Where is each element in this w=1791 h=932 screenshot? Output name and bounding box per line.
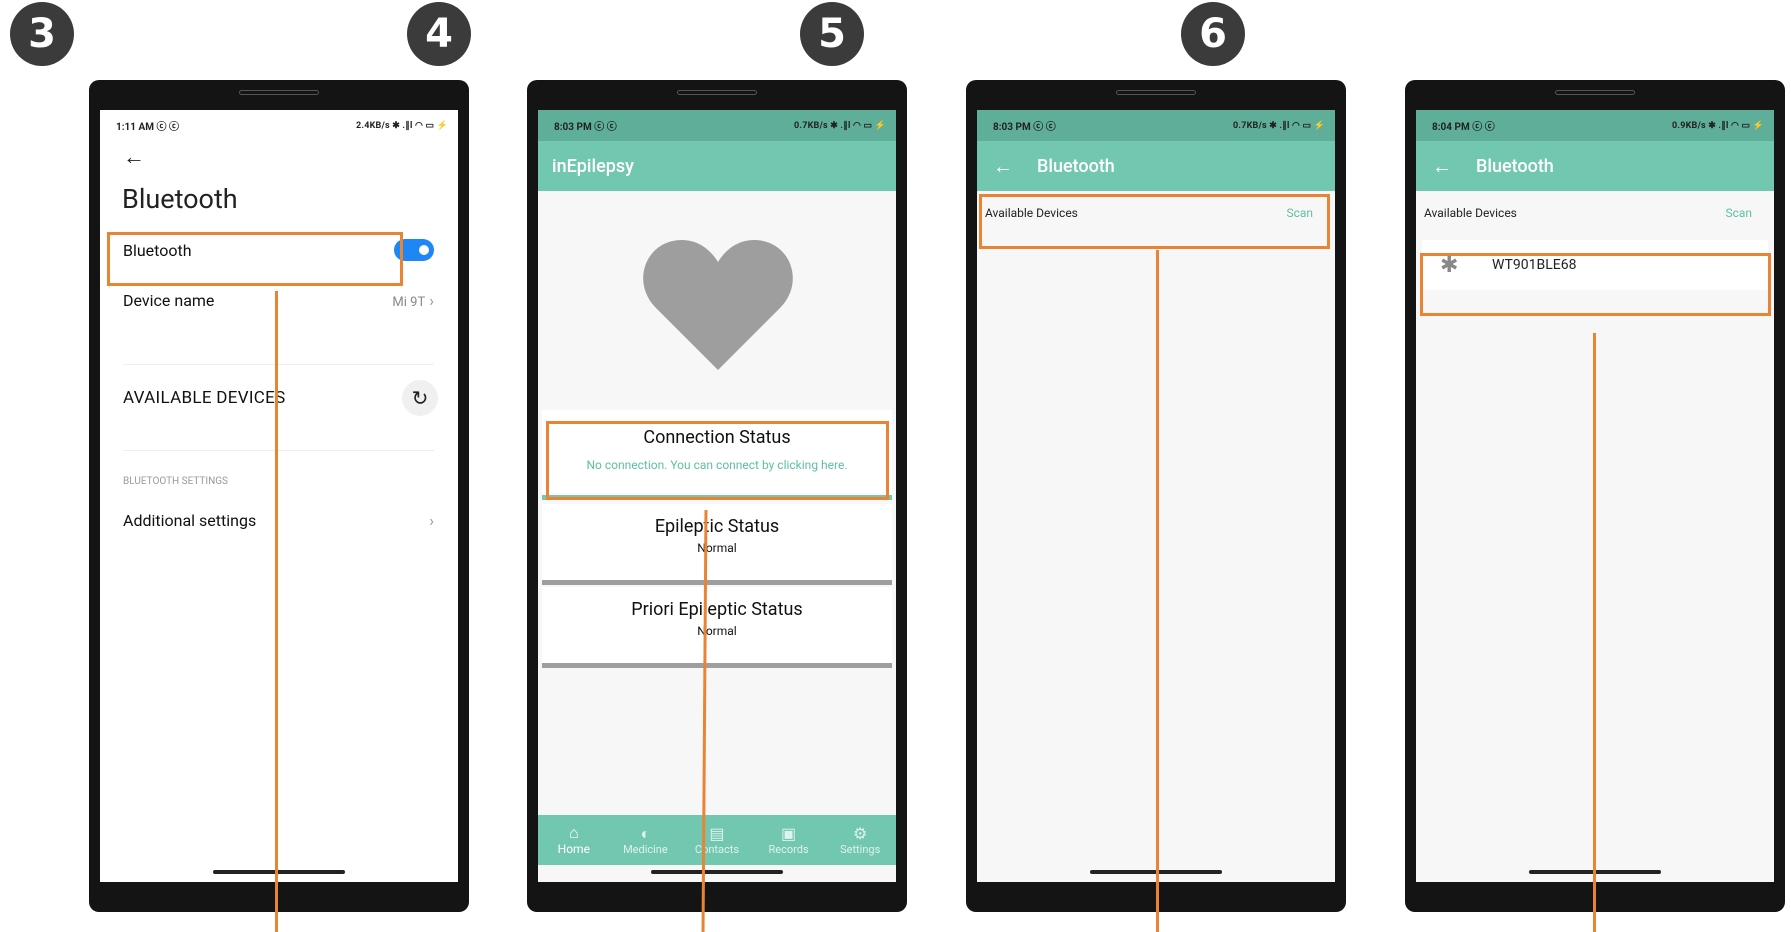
status-icons-left: ⓒ ⓒ <box>1472 122 1495 133</box>
phone-frame-3: 1:11 AM ⓒ ⓒ 2.4KB/s ✱ .∥l ◠ ▭ ⚡ ← Blueto… <box>89 80 469 912</box>
available-devices-header: Available Devices Scan <box>1416 198 1774 228</box>
available-devices-row: AVAILABLE DEVICES ↻ <box>100 380 458 416</box>
tab-label: Home <box>557 842 590 856</box>
phone-frame-4: 8:03 PM ⓒ ⓒ 0.7KB/s ✱ .∥l ◠ ▭ ⚡ inEpilep… <box>527 80 907 912</box>
status-icons-right: 0.7KB/s ✱ .∥l ◠ ▭ ⚡ <box>794 120 886 131</box>
available-devices-header: AVAILABLE DEVICES <box>123 388 286 408</box>
tab-records[interactable]: ▣ Records <box>753 815 825 865</box>
home-icon: ⌂ <box>568 823 579 842</box>
status-time: 8:03 PM <box>993 122 1031 133</box>
chevron-right-icon: › <box>429 290 434 310</box>
back-arrow-icon[interactable]: ← <box>123 144 145 170</box>
additional-settings-label: Additional settings <box>123 510 257 530</box>
app-bar: inEpilepsy <box>538 141 896 191</box>
priori-status-value: Normal <box>697 624 737 638</box>
status-icons-left: ⓒ ⓒ <box>594 122 617 133</box>
step-badge-3: 3 <box>10 2 74 66</box>
connector-line-3 <box>275 291 278 932</box>
priori-status-title: Priori Epileptic Status <box>631 599 803 620</box>
device-name-row[interactable]: Device name Mi 9T › <box>100 288 458 312</box>
status-bar: 8:04 PM ⓒ ⓒ 0.9KB/s ✱ .∥l ◠ ▭ ⚡ <box>1416 110 1774 141</box>
page-title: Bluetooth <box>1476 155 1554 177</box>
highlight-connection-status <box>546 421 889 500</box>
bluetooth-settings-section: BLUETOOTH SETTINGS <box>123 476 228 487</box>
app-bar: ← Bluetooth <box>977 141 1335 191</box>
status-icons-left: ⓒ ⓒ <box>156 122 180 133</box>
settings-bluetooth-screen: 1:11 AM ⓒ ⓒ 2.4KB/s ✱ .∥l ◠ ▭ ⚡ ← Blueto… <box>100 110 458 882</box>
contacts-icon: ▤ <box>709 823 725 843</box>
divider <box>123 364 434 365</box>
status-bar: 1:11 AM ⓒ ⓒ 2.4KB/s ✱ .∥l ◠ ▭ ⚡ <box>100 110 458 141</box>
page-title: Bluetooth <box>1037 155 1115 177</box>
tab-label: Medicine <box>623 842 668 856</box>
highlight-available-devices <box>979 194 1330 249</box>
status-time: 1:11 AM <box>116 122 154 133</box>
speaker <box>677 90 757 95</box>
connector-line-6 <box>1593 333 1596 932</box>
connector-line-5 <box>1156 250 1159 932</box>
app-title: inEpilepsy <box>552 155 634 177</box>
bottom-tab-bar: ⌂ Home ◐ Medicine ▤ Contacts ▣ Records ⚙… <box>538 815 896 865</box>
chevron-right-icon: › <box>429 510 434 530</box>
scan-button[interactable]: Scan <box>1725 206 1752 220</box>
status-icons-left: ⓒ ⓒ <box>1033 122 1056 133</box>
heart-icon <box>638 228 798 378</box>
epileptic-status-card: Epileptic Status Normal <box>542 504 892 585</box>
status-icons-right: 0.9KB/s ✱ .∥l ◠ ▭ ⚡ <box>1672 120 1764 131</box>
step-badge-4: 4 <box>407 2 471 66</box>
epileptic-status-title: Epileptic Status <box>654 516 780 537</box>
highlight-bluetooth-toggle <box>107 232 403 286</box>
speaker <box>1116 90 1196 95</box>
epileptic-status-value: Normal <box>697 541 737 555</box>
highlight-device-item <box>1420 253 1771 316</box>
tab-home[interactable]: ⌂ Home <box>538 815 610 865</box>
gear-icon: ⚙ <box>853 823 868 843</box>
home-indicator <box>651 870 783 874</box>
status-time: 8:04 PM <box>1432 122 1470 133</box>
tab-contacts[interactable]: ▤ Contacts <box>681 815 753 865</box>
device-name-value: Mi 9T <box>392 294 426 310</box>
toggle-knob <box>419 245 429 255</box>
additional-settings-row[interactable]: Additional settings › <box>100 508 458 532</box>
back-arrow-icon[interactable]: ← <box>993 154 1013 179</box>
refresh-icon[interactable]: ↻ <box>402 380 438 416</box>
back-arrow-icon[interactable]: ← <box>1432 154 1452 179</box>
status-icons-right: 0.7KB/s ✱ .∥l ◠ ▭ ⚡ <box>1233 120 1325 131</box>
tab-settings[interactable]: ⚙ Settings <box>824 815 896 865</box>
tab-label: Records <box>768 842 809 856</box>
status-bar: 8:03 PM ⓒ ⓒ 0.7KB/s ✱ .∥l ◠ ▭ ⚡ <box>977 110 1335 141</box>
pills-icon: ◐ <box>640 823 651 843</box>
page-title: Bluetooth <box>122 183 238 215</box>
status-time: 8:03 PM <box>554 122 592 133</box>
status-bar: 8:03 PM ⓒ ⓒ 0.7KB/s ✱ .∥l ◠ ▭ ⚡ <box>538 110 896 141</box>
tab-medicine[interactable]: ◐ Medicine <box>610 815 682 865</box>
device-name-label: Device name <box>123 290 215 310</box>
save-icon: ▣ <box>781 823 797 843</box>
tab-label: Settings <box>840 842 881 856</box>
speaker <box>239 90 319 95</box>
step-badge-5: 5 <box>800 2 864 66</box>
home-indicator <box>213 870 345 874</box>
step-badge-6: 6 <box>1181 2 1245 66</box>
speaker <box>1555 90 1635 95</box>
status-icons-right: 2.4KB/s ✱ .∥l ◠ ▭ ⚡ <box>356 120 448 131</box>
app-bar: ← Bluetooth <box>1416 141 1774 191</box>
priori-epileptic-status-card: Priori Epileptic Status Normal <box>542 587 892 668</box>
available-devices-label: Available Devices <box>1424 206 1517 220</box>
divider <box>123 450 434 451</box>
